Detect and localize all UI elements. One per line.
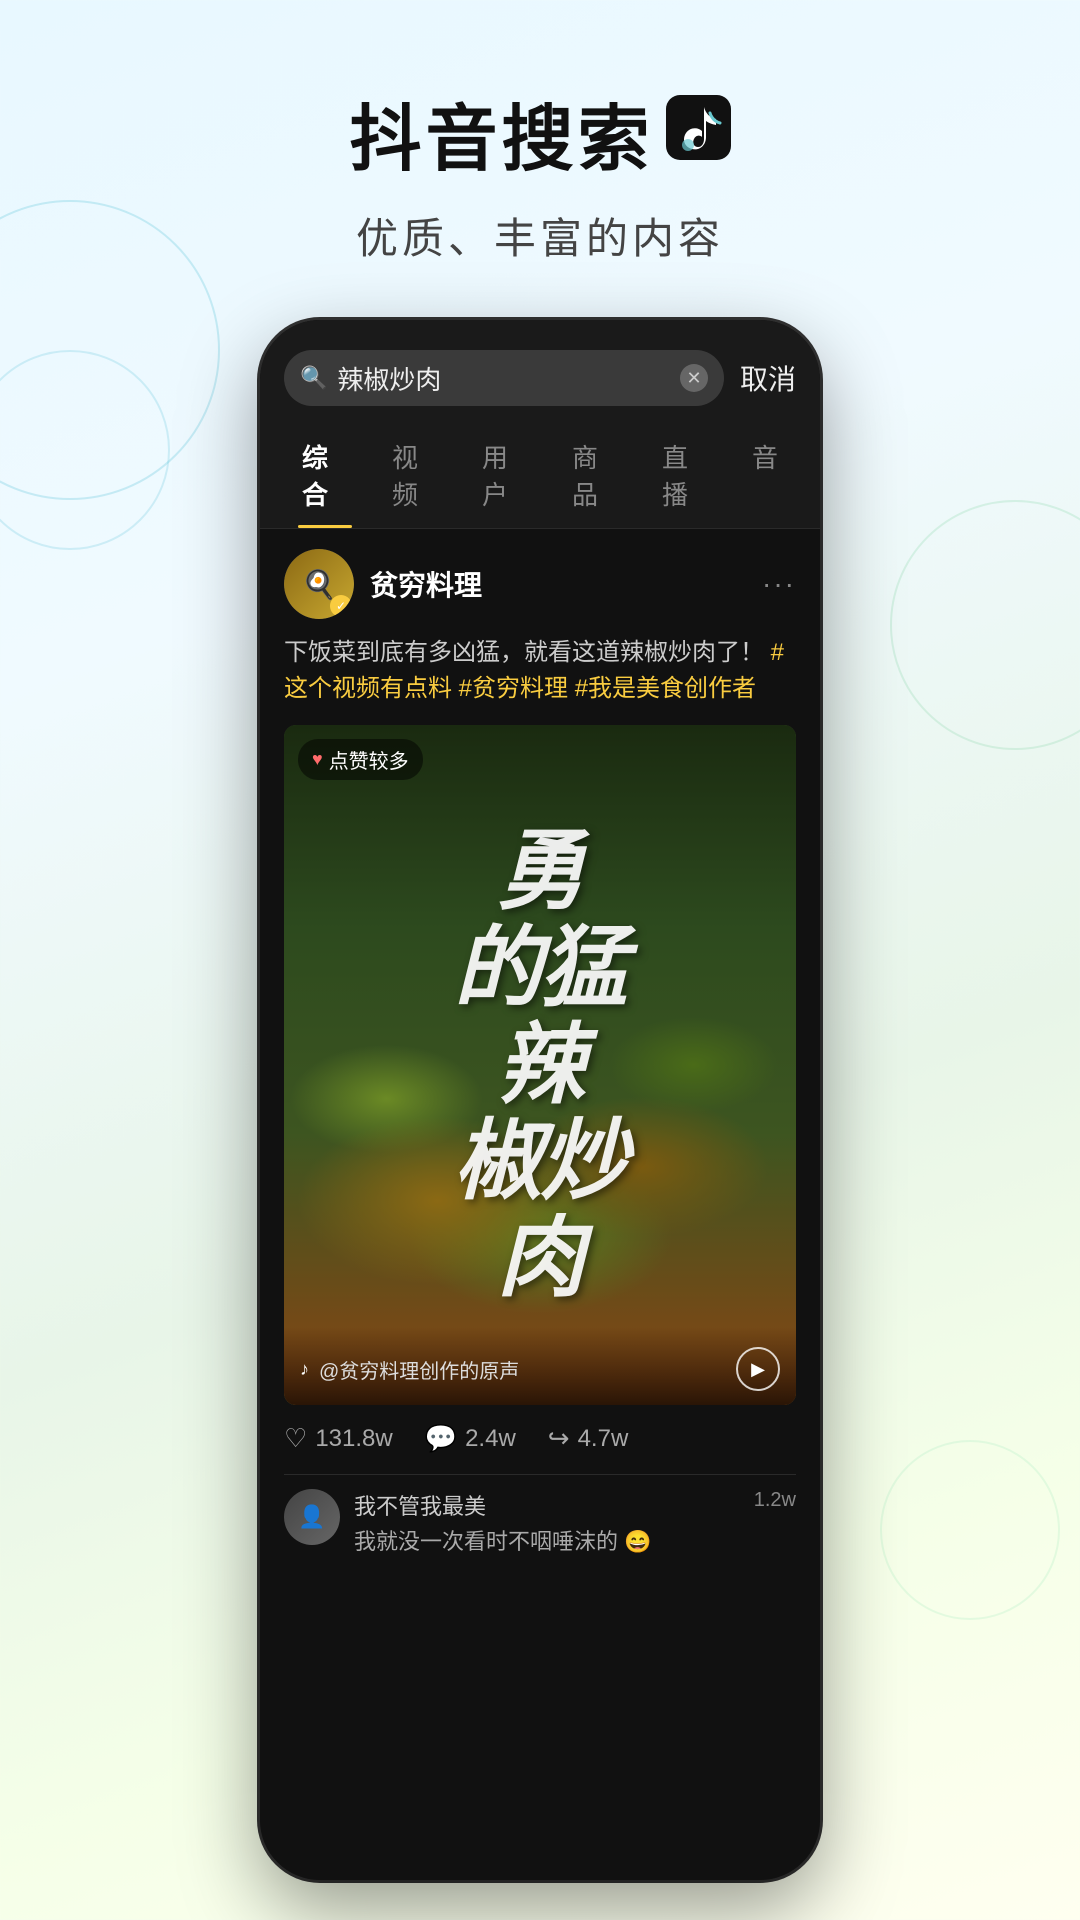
video-source-text: @贫穷料理创作的原声 xyxy=(319,1355,726,1384)
comment-text: 我就没一次看时不咽唾沫的 😄 xyxy=(354,1527,740,1558)
phone-inner: 🔍 辣椒炒肉 ✕ 取消 综合 视频 用户 商品 直播 音 xyxy=(260,320,820,1880)
verified-badge: ✓ xyxy=(330,595,352,617)
comment-avatar: 👤 xyxy=(284,1489,340,1545)
user-avatar: 🍳 ✓ xyxy=(284,549,354,619)
heart-stat-icon: ♡ xyxy=(284,1423,307,1454)
search-bar-area: 🔍 辣椒炒肉 ✕ 取消 xyxy=(260,320,820,422)
tab-product[interactable]: 商品 xyxy=(550,422,640,528)
more-options-button[interactable]: ··· xyxy=(762,568,796,600)
search-query-text: 辣椒炒肉 xyxy=(337,360,670,397)
header-title-row: 抖音搜索 xyxy=(0,80,1080,185)
tiktok-watermark-icon: ♪ xyxy=(300,1359,309,1380)
phone-mockup-container: 🔍 辣椒炒肉 ✕ 取消 综合 视频 用户 商品 直播 音 xyxy=(260,320,820,1880)
comment-content: 我不管我最美 我就没一次看时不咽唾沫的 😄 xyxy=(354,1489,740,1558)
page-subtitle: 优质、丰富的内容 xyxy=(0,205,1080,266)
post-description: 下饭菜到底有多凶猛，就看这道辣椒炒肉了！ #这个视频有点料 #贫穷料理 #我是美… xyxy=(284,635,796,707)
comments-count: 2.4w xyxy=(465,1425,516,1453)
tab-sound[interactable]: 音 xyxy=(730,422,800,528)
user-card: 🍳 ✓ 贫穷料理 ··· xyxy=(284,549,796,619)
stats-row: ♡ 131.8w 💬 2.4w ↪ 4.7w xyxy=(284,1423,796,1454)
search-icon: 🔍 xyxy=(300,365,327,391)
shares-stat[interactable]: ↪ 4.7w xyxy=(548,1423,629,1454)
comment-preview: 👤 我不管我最美 我就没一次看时不咽唾沫的 😄 1.2w xyxy=(284,1474,796,1558)
shares-count: 4.7w xyxy=(578,1425,629,1453)
hashtag-3[interactable]: #我是美食创作者 xyxy=(575,675,756,702)
tab-comprehensive[interactable]: 综合 xyxy=(280,422,370,528)
page-header: 抖音搜索 优质、丰富的内容 xyxy=(0,0,1080,306)
tab-user[interactable]: 用户 xyxy=(460,422,550,528)
hashtag-2[interactable]: #贫穷料理 xyxy=(459,675,575,702)
comment-likes[interactable]: 1.2w xyxy=(754,1489,796,1512)
search-clear-button[interactable]: ✕ xyxy=(680,364,708,392)
video-overlay-text: 勇的猛辣椒炒肉 xyxy=(284,725,796,1405)
play-button[interactable]: ▶ xyxy=(736,1347,780,1391)
share-stat-icon: ↪ xyxy=(548,1423,570,1454)
tabs-row: 综合 视频 用户 商品 直播 音 xyxy=(260,422,820,529)
username[interactable]: 贫穷料理 xyxy=(370,564,746,604)
search-cancel-button[interactable]: 取消 xyxy=(740,358,796,398)
video-bottom-bar: ♪ @贫穷料理创作的原声 ▶ xyxy=(284,1327,796,1405)
search-input-wrap[interactable]: 🔍 辣椒炒肉 ✕ xyxy=(284,350,724,406)
bg-circle-4 xyxy=(880,1440,1060,1620)
tab-video[interactable]: 视频 xyxy=(370,422,460,528)
post-desc-text: 下饭菜到底有多凶猛，就看这道辣椒炒肉了！ xyxy=(284,639,764,666)
calligraphy-title: 勇的猛辣椒炒肉 xyxy=(454,823,626,1307)
video-image: ♥ 点赞较多 勇的猛辣椒炒肉 ♪ @贫穷料理创作的原声 xyxy=(284,725,796,1405)
comment-username[interactable]: 我不管我最美 xyxy=(354,1489,740,1521)
comment-stat-icon: 💬 xyxy=(425,1423,457,1454)
video-thumbnail[interactable]: ♥ 点赞较多 勇的猛辣椒炒肉 ♪ @贫穷料理创作的原声 xyxy=(284,725,796,1405)
tiktok-logo-icon xyxy=(666,95,731,170)
page-title: 抖音搜索 xyxy=(349,80,653,185)
likes-count: 131.8w xyxy=(315,1425,392,1453)
comments-stat[interactable]: 💬 2.4w xyxy=(425,1423,516,1454)
content-area: 🍳 ✓ 贫穷料理 ··· 下饭菜到底有多凶猛，就看这道辣椒炒肉了！ #这个视频有… xyxy=(260,529,820,1578)
bg-circle-3 xyxy=(890,500,1080,750)
likes-stat[interactable]: ♡ 131.8w xyxy=(284,1423,393,1454)
tab-live[interactable]: 直播 xyxy=(640,422,730,528)
phone-mockup: 🔍 辣椒炒肉 ✕ 取消 综合 视频 用户 商品 直播 音 xyxy=(260,320,820,1880)
